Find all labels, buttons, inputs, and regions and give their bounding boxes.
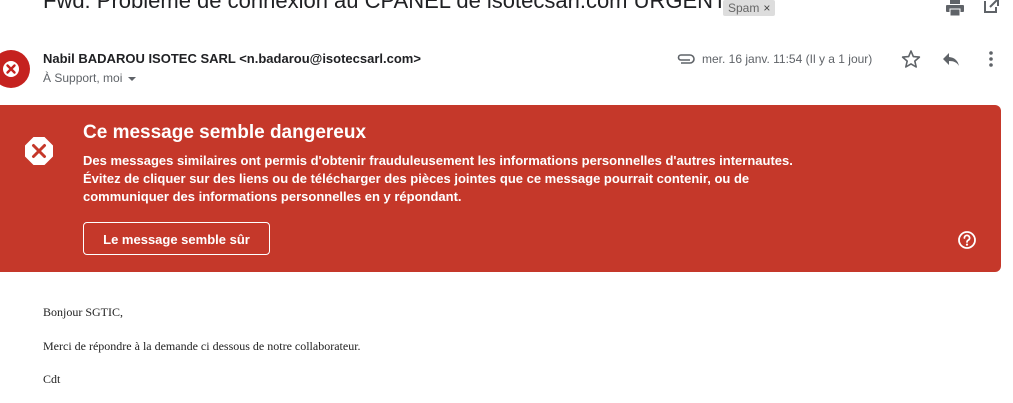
reply-icon[interactable] <box>941 49 961 69</box>
warning-avatar-icon <box>3 61 19 77</box>
help-circle-icon[interactable] <box>957 230 977 255</box>
warning-line: communiquer des informations personnelle… <box>83 189 462 204</box>
warning-title: Ce message semble dangereux <box>83 122 367 143</box>
open-in-new-window-icon[interactable] <box>983 0 1003 14</box>
print-icon[interactable] <box>946 0 966 17</box>
recipients-label: À Support, moi <box>43 71 123 85</box>
more-vertical-icon[interactable] <box>981 49 1001 69</box>
warning-line: Évitez de cliquer sur des liens ou de té… <box>83 171 750 186</box>
message-looks-safe-button[interactable]: Le message semble sûr <box>83 222 270 255</box>
recipients-toggle[interactable]: À Support, moi <box>43 71 137 85</box>
chevron-down-icon[interactable] <box>128 76 137 81</box>
email-date: mer. 16 janv. 11:54 (Il y a 1 jour) <box>702 52 873 66</box>
danger-warning-banner: Ce message semble dangereux Des messages… <box>0 105 1001 272</box>
sender-avatar <box>0 50 30 88</box>
body-greeting: Bonjour SGTIC, <box>43 305 124 319</box>
danger-octagon-icon <box>24 136 54 171</box>
remove-spam-label-icon[interactable]: × <box>763 1 770 15</box>
body-paragraph: Merci de répondre à la demande ci dessou… <box>43 339 361 353</box>
spam-label[interactable]: Spam × <box>723 0 776 16</box>
email-subject: Fwd: Problème de connexion au CPANEL de … <box>43 0 727 13</box>
spam-label-text: Spam <box>728 1 760 15</box>
sender-name: Nabil BADAROU ISOTEC SARL <n.badarou@iso… <box>43 51 421 66</box>
body-signoff: Cdt <box>43 372 61 386</box>
paperclip-icon <box>676 52 696 70</box>
star-icon[interactable] <box>901 49 921 69</box>
subject-row: Fwd: Problème de connexion au CPANEL de … <box>0 0 1013 18</box>
warning-message: Des messages similaires ont permis d'obt… <box>83 152 843 206</box>
warning-line: Des messages similaires ont permis d'obt… <box>83 153 793 168</box>
